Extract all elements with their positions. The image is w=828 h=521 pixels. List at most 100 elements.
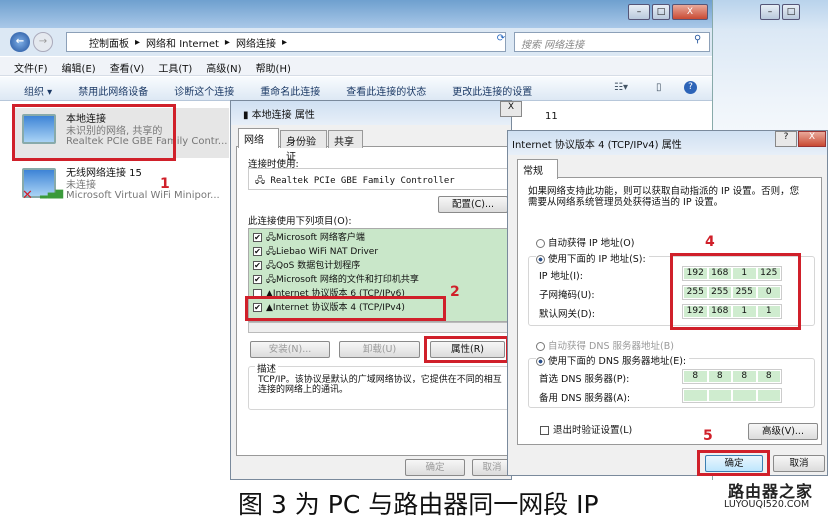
connection-item-wireless[interactable]: ✕ ▂▄▆ 无线网络连接 15 未连接 Microsoft Virtual Wi… [14, 162, 229, 212]
highlight-box-4 [670, 253, 801, 330]
properties-ok-button[interactable]: 确定 [405, 459, 465, 476]
checkbox[interactable]: ✔ [253, 275, 262, 284]
signal-bars-icon: ▂▄▆ [40, 188, 64, 199]
bg-minimize-button[interactable]: – [760, 4, 780, 20]
view-options-icon[interactable]: ☷▾ [614, 82, 628, 93]
chevron-right-icon: ▸ [224, 36, 230, 48]
ip-octet[interactable] [757, 390, 780, 401]
checkbox[interactable]: ✔ [253, 261, 262, 270]
highlight-box-5 [697, 450, 770, 476]
radio-icon [536, 239, 545, 248]
ipv4-close-button[interactable]: X [798, 131, 826, 147]
checkbox[interactable]: ✔ [253, 247, 262, 256]
menu-bar: 文件(F) 编辑(E) 查看(V) 工具(T) 高级(N) 帮助(H) [0, 57, 712, 76]
highlight-box-2 [245, 296, 446, 321]
menu-tools[interactable]: 工具(T) [158, 60, 192, 75]
adapter-name: Realtek PCIe GBE Family Controller [270, 176, 455, 186]
breadcrumb-item[interactable]: 网络连接 [236, 35, 276, 50]
chevron-right-icon: ▸ [135, 36, 141, 48]
menu-help[interactable]: 帮助(H) [256, 60, 291, 75]
component-icon: 🖧 [266, 233, 277, 243]
ip-octet[interactable]: 8 [733, 371, 756, 382]
component-icon: 🖧 [266, 275, 277, 285]
back-button[interactable]: ← [10, 32, 30, 52]
help-icon[interactable]: ? [684, 81, 697, 94]
breadcrumb-item[interactable]: 控制面板 [89, 35, 129, 50]
alternate-dns-input[interactable] [682, 388, 782, 403]
refresh-icon[interactable]: ⟳ [490, 33, 512, 51]
disable-device-button[interactable]: 禁用此网络设备 [78, 83, 148, 98]
advanced-button[interactable]: 高级(V)... [748, 423, 818, 440]
ip-octet[interactable]: 8 [684, 371, 707, 382]
description-text: TCP/IP。该协议是默认的广域网络协议，它提供在不同的相互连接的网络上的通讯。 [258, 375, 502, 395]
menu-edit[interactable]: 编辑(E) [62, 60, 96, 75]
properties-cancel-button[interactable]: 取消 [472, 459, 512, 476]
ip-octet[interactable]: 8 [757, 371, 780, 382]
preview-pane-icon[interactable]: ▯ [656, 82, 662, 93]
tab-network[interactable]: 网络 [238, 128, 279, 148]
checkbox[interactable]: ✔ [253, 233, 262, 242]
menu-file[interactable]: 文件(F) [14, 60, 48, 75]
step-5-label: 5 [703, 428, 713, 444]
disconnected-x-icon: ✕ [22, 188, 33, 203]
item-label: Microsoft 网络的文件和打印机共享 [276, 275, 419, 285]
dns2-label: 备用 DNS 服务器(A): [539, 393, 631, 404]
ipv4-cancel-button[interactable]: 取消 [773, 455, 825, 472]
list-item[interactable]: ✔ 🖧Microsoft 网络客户端 [253, 231, 505, 245]
partial-text: 11 [545, 111, 558, 122]
configure-button[interactable]: 配置(C)... [438, 196, 508, 213]
properties-title-bar: ▮ 本地连接 属性 [231, 101, 511, 125]
tab-sharing[interactable]: 共享 [328, 130, 363, 148]
address-bar[interactable]: 控制面板 ▸ 网络和 Internet ▸ 网络连接 ▸ [66, 32, 506, 52]
auto-dns-radio[interactable]: 自动获得 DNS 服务器地址(B) [536, 338, 674, 352]
list-item[interactable]: ✔ 🖧Liebao WiFi NAT Driver [253, 245, 505, 259]
list-item[interactable]: ✔ 🖧Microsoft 网络的文件和打印机共享 [253, 273, 505, 287]
search-input[interactable]: 搜索 网络连接 [514, 32, 710, 52]
ip-octet[interactable] [708, 390, 731, 401]
ip-octet[interactable]: 8 [708, 371, 731, 382]
manual-dns-radio[interactable]: 使用下面的 DNS 服务器地址(E): [536, 353, 690, 367]
tab-authentication[interactable]: 身份验证 [280, 130, 327, 163]
radio-label: 使用下面的 DNS 服务器地址(E): [548, 356, 687, 367]
search-icon[interactable]: ⚲ [694, 34, 701, 45]
subnet-label: 子网掩码(U): [539, 290, 595, 301]
ip-octet[interactable] [733, 390, 756, 401]
chevron-right-icon: ▸ [281, 36, 287, 48]
description-label: 描述 [255, 361, 279, 375]
manual-ip-radio[interactable]: 使用下面的 IP 地址(S): [536, 251, 649, 265]
dialog-title: Internet 协议版本 4 (TCP/IPv4) 属性 [512, 140, 682, 151]
menu-advanced[interactable]: 高级(N) [206, 60, 241, 75]
item-label: QoS 数据包计划程序 [276, 261, 361, 271]
maximize-button[interactable]: □ [652, 4, 670, 20]
diagnose-button[interactable]: 诊断这个连接 [174, 83, 234, 98]
change-settings-button[interactable]: 更改此连接的设置 [452, 83, 532, 98]
step-4-label: 4 [705, 234, 715, 250]
ip-octet[interactable] [684, 390, 707, 401]
auto-ip-radio[interactable]: 自动获得 IP 地址(O) [536, 235, 634, 249]
checkbox[interactable] [540, 426, 549, 435]
command-bar: 组织 ▾ 禁用此网络设备 诊断这个连接 重命名此连接 查看此连接的状态 更改此连… [0, 77, 712, 101]
organize-button[interactable]: 组织 ▾ [24, 83, 52, 98]
view-status-button[interactable]: 查看此连接的状态 [346, 83, 426, 98]
minimize-button[interactable]: – [628, 4, 650, 20]
properties-close-button[interactable]: X [500, 101, 522, 117]
uninstall-button[interactable]: 卸载(U) [339, 341, 420, 358]
rename-button[interactable]: 重命名此连接 [260, 83, 320, 98]
item-label: Microsoft 网络客户端 [276, 233, 365, 243]
explorer-title-bar [0, 0, 712, 28]
step-2-label: 2 [450, 284, 460, 300]
close-button[interactable]: X [672, 4, 708, 20]
help-button[interactable]: ? [775, 131, 797, 147]
list-item[interactable]: ✔ 🖧QoS 数据包计划程序 [253, 259, 505, 273]
bg-restore-button[interactable]: □ [782, 4, 800, 20]
horizontal-scrollbar[interactable] [248, 322, 510, 333]
radio-icon [536, 255, 545, 264]
forward-button[interactable]: → [33, 32, 53, 52]
dialog-icon: ▮ [243, 110, 252, 121]
breadcrumb-item[interactable]: 网络和 Internet [146, 35, 219, 50]
menu-view[interactable]: 查看(V) [110, 60, 145, 75]
validate-checkbox[interactable]: 退出时验证设置(L) [540, 422, 632, 436]
tab-general[interactable]: 常规 [517, 159, 558, 179]
install-button[interactable]: 安装(N)... [250, 341, 330, 358]
preferred-dns-input[interactable]: 8888 [682, 369, 782, 384]
